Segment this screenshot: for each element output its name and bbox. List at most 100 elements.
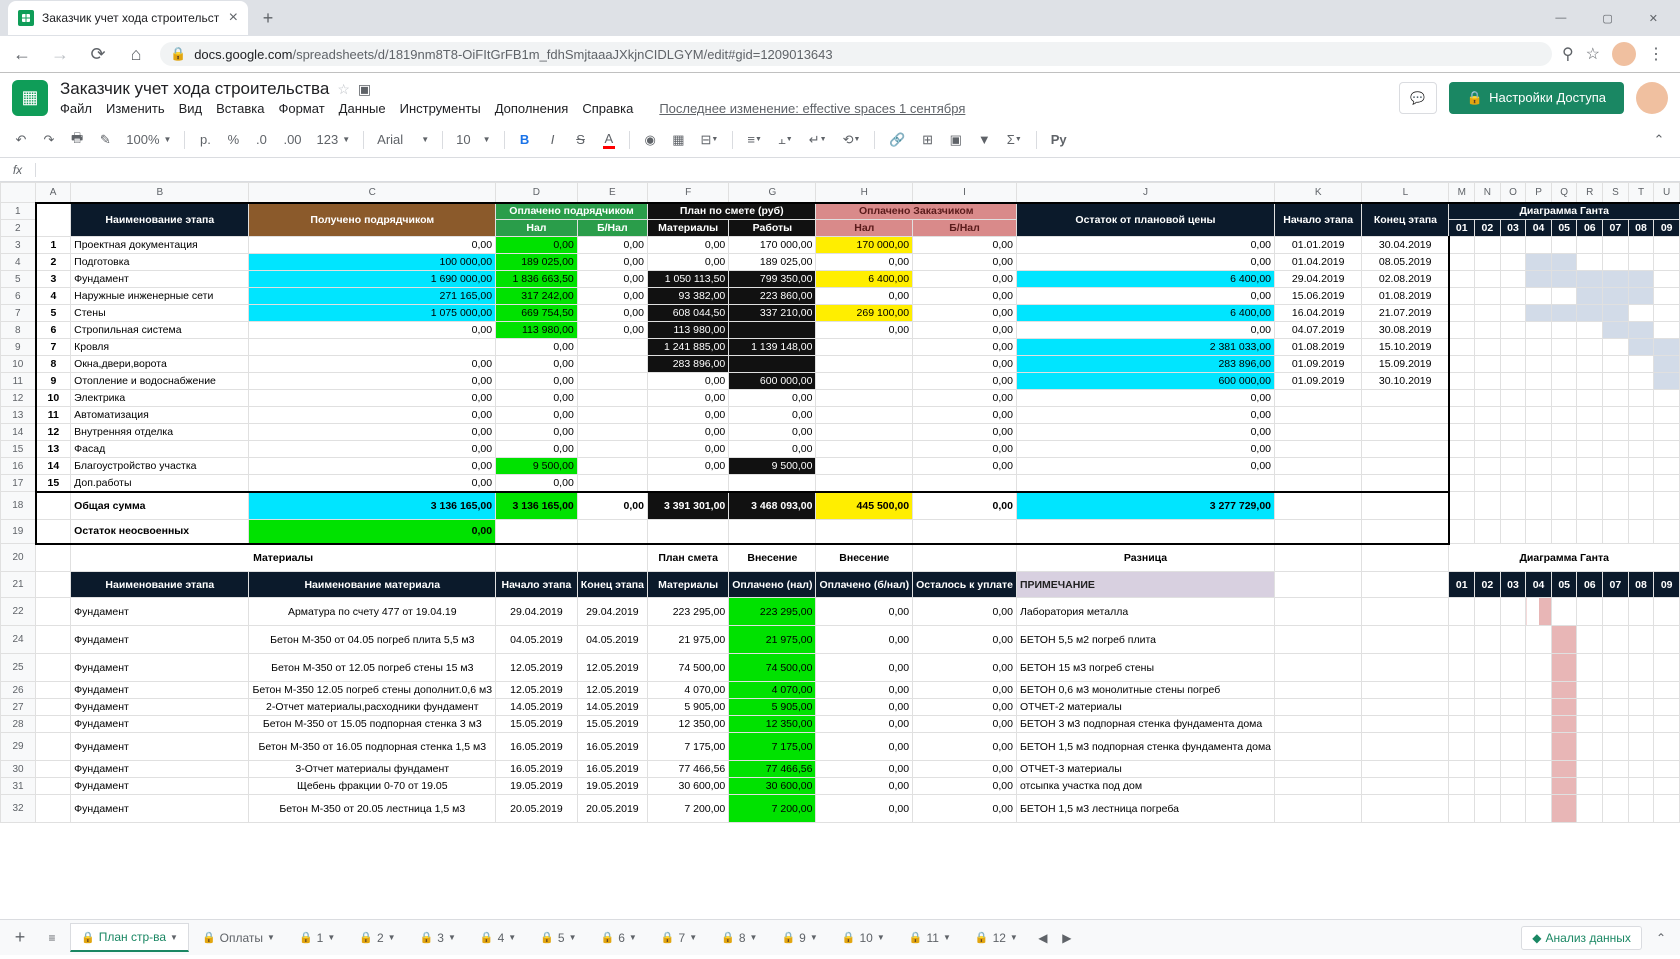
tab-scroll-right[interactable]: ▶ bbox=[1057, 931, 1077, 945]
tab-scroll-left[interactable]: ◀ bbox=[1033, 931, 1053, 945]
menu-Изменить[interactable]: Изменить bbox=[106, 101, 165, 116]
row-header[interactable]: 18 bbox=[1, 492, 36, 520]
v-align-button[interactable]: ⫠▼ bbox=[773, 128, 798, 152]
row-header[interactable]: 30 bbox=[1, 761, 36, 778]
row-header[interactable]: 16 bbox=[1, 458, 36, 475]
all-sheets-button[interactable]: ≡ bbox=[38, 931, 66, 945]
sheet-tab[interactable]: 🔒6▼ bbox=[590, 923, 648, 952]
col-header[interactable]: T bbox=[1628, 183, 1654, 203]
strikethrough-button[interactable]: S bbox=[570, 128, 592, 152]
sheet-tab[interactable]: 🔒10▼ bbox=[831, 923, 896, 952]
redo-button[interactable]: ↷ bbox=[38, 128, 60, 152]
reload-button[interactable]: ⟳ bbox=[84, 40, 112, 68]
text-color-button[interactable]: A bbox=[598, 128, 621, 152]
row-header[interactable]: 20 bbox=[1, 544, 36, 572]
maximize-button[interactable]: ▢ bbox=[1596, 10, 1618, 27]
zoom-select[interactable]: 100%▼ bbox=[122, 130, 175, 149]
col-header[interactable]: K bbox=[1275, 183, 1362, 203]
row-header[interactable]: 8 bbox=[1, 322, 36, 339]
col-header[interactable]: C bbox=[249, 183, 496, 203]
menu-Формат[interactable]: Формат bbox=[278, 101, 324, 116]
row-header[interactable]: 32 bbox=[1, 795, 36, 823]
comments-button[interactable]: 💬 bbox=[1399, 82, 1437, 114]
col-header[interactable]: S bbox=[1603, 183, 1629, 203]
insert-link-button[interactable]: 🔗 bbox=[884, 128, 910, 152]
italic-button[interactable]: I bbox=[542, 128, 564, 152]
close-tab-icon[interactable]: × bbox=[229, 9, 238, 27]
col-header[interactable]: U bbox=[1654, 183, 1680, 203]
undo-button[interactable]: ↶ bbox=[10, 128, 32, 152]
row-header[interactable]: 19 bbox=[1, 520, 36, 544]
sheet-tab[interactable]: 🔒3▼ bbox=[409, 923, 467, 952]
sheet-tab[interactable]: 🔒12▼ bbox=[964, 923, 1029, 952]
insert-chart-button[interactable]: ▣ bbox=[945, 128, 967, 152]
col-header[interactable]: F bbox=[647, 183, 728, 203]
col-header[interactable]: D bbox=[496, 183, 578, 203]
row-header[interactable]: 22 bbox=[1, 598, 36, 626]
sheet-tab[interactable]: 🔒5▼ bbox=[529, 923, 587, 952]
row-header[interactable]: 7 bbox=[1, 305, 36, 322]
chevron-up-icon[interactable]: ⌃ bbox=[1648, 128, 1670, 152]
account-avatar[interactable] bbox=[1636, 82, 1668, 114]
more-formats-select[interactable]: 123▼ bbox=[313, 130, 355, 149]
forward-button[interactable]: → bbox=[46, 40, 74, 68]
menu-Вид[interactable]: Вид bbox=[179, 101, 203, 116]
home-button[interactable]: ⌂ bbox=[122, 40, 150, 68]
chevron-up-icon[interactable]: ⌃ bbox=[1648, 931, 1674, 945]
row-header[interactable]: 31 bbox=[1, 778, 36, 795]
col-header[interactable]: B bbox=[71, 183, 249, 203]
bold-button[interactable]: B bbox=[514, 128, 536, 152]
menu-Инструменты[interactable]: Инструменты bbox=[400, 101, 481, 116]
row-header[interactable]: 17 bbox=[1, 475, 36, 492]
menu-Данные[interactable]: Данные bbox=[339, 101, 386, 116]
last-edit[interactable]: Последнее изменение: effective spaces 1 … bbox=[659, 101, 965, 116]
row-header[interactable]: 26 bbox=[1, 682, 36, 699]
browser-tab[interactable]: Заказчик учет хода строительст × bbox=[8, 1, 248, 35]
row-header[interactable]: 28 bbox=[1, 716, 36, 733]
col-header[interactable]: O bbox=[1500, 183, 1526, 203]
merge-button[interactable]: ⊟▼ bbox=[696, 128, 724, 152]
col-header[interactable]: A bbox=[36, 183, 71, 203]
filter-button[interactable]: ▼ bbox=[973, 128, 996, 152]
menu-Файл[interactable]: Файл bbox=[60, 101, 92, 116]
menu-Дополнения[interactable]: Дополнения bbox=[495, 101, 569, 116]
bookmark-icon[interactable]: ☆ bbox=[1586, 44, 1600, 64]
doc-title[interactable]: Заказчик учет хода строительства bbox=[60, 79, 329, 99]
col-header[interactable]: E bbox=[577, 183, 647, 203]
row-header[interactable]: 29 bbox=[1, 733, 36, 761]
row-header[interactable]: 11 bbox=[1, 373, 36, 390]
analyze-button[interactable]: ◆Анализ данных bbox=[1521, 926, 1642, 950]
row-header[interactable]: 13 bbox=[1, 407, 36, 424]
new-tab-button[interactable]: + bbox=[254, 4, 282, 32]
percent-button[interactable]: % bbox=[222, 128, 244, 152]
paint-format-button[interactable]: ✎ bbox=[94, 128, 116, 152]
print-button[interactable]: 🖶 bbox=[66, 128, 88, 152]
menu-icon[interactable]: ⋮ bbox=[1648, 44, 1664, 64]
fill-color-button[interactable]: ◉ bbox=[639, 128, 661, 152]
sheet-tab[interactable]: 🔒9▼ bbox=[770, 923, 828, 952]
close-window-button[interactable]: ✕ bbox=[1643, 10, 1664, 27]
row-header[interactable]: 5 bbox=[1, 271, 36, 288]
col-header[interactable]: H bbox=[816, 183, 913, 203]
sheet-tab[interactable]: 🔒Оплаты▼ bbox=[191, 923, 286, 952]
insert-comment-button[interactable]: ⊞ bbox=[917, 128, 939, 152]
col-header[interactable]: R bbox=[1577, 183, 1603, 203]
profile-avatar[interactable] bbox=[1612, 42, 1636, 66]
share-button[interactable]: 🔒 Настройки Доступа bbox=[1449, 82, 1624, 114]
h-align-button[interactable]: ≡▼ bbox=[742, 128, 767, 152]
text-wrap-button[interactable]: ↵▼ bbox=[804, 128, 832, 152]
sheet-tab[interactable]: 🔒4▼ bbox=[469, 923, 527, 952]
functions-button[interactable]: Σ▼ bbox=[1002, 128, 1027, 152]
row-header[interactable]: 15 bbox=[1, 441, 36, 458]
address-bar[interactable]: 🔒 docs.google.com/spreadsheets/d/1819nm8… bbox=[160, 42, 1552, 66]
sheet-tab[interactable]: 🔒7▼ bbox=[650, 923, 708, 952]
col-header[interactable]: N bbox=[1475, 183, 1501, 203]
row-header[interactable]: 1 bbox=[1, 203, 36, 220]
font-size-select[interactable]: 10▼ bbox=[452, 130, 494, 149]
sheet-tab[interactable]: 🔒11▼ bbox=[898, 923, 962, 952]
row-header[interactable]: 21 bbox=[1, 572, 36, 598]
row-header[interactable]: 4 bbox=[1, 254, 36, 271]
row-header[interactable]: 9 bbox=[1, 339, 36, 356]
spreadsheet-grid[interactable]: ABCDEFGHIJKLMNOPQRSTU1Наименование этапа… bbox=[0, 182, 1680, 919]
minimize-button[interactable]: — bbox=[1549, 10, 1572, 27]
